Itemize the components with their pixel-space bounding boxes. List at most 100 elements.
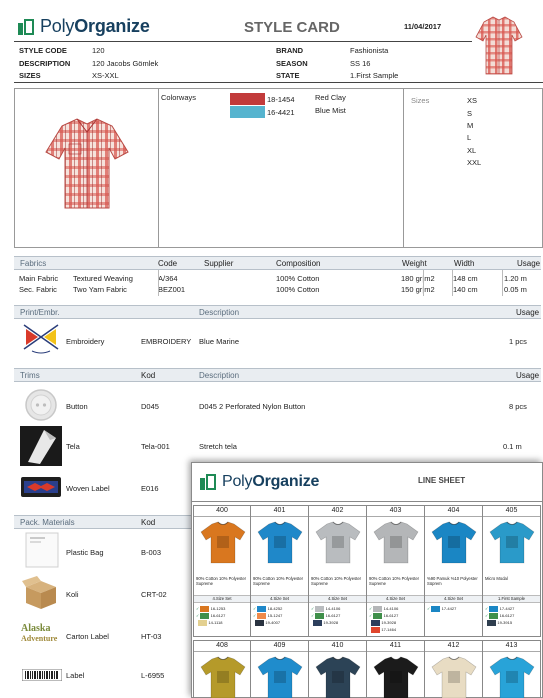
line-sheet-item[interactable]: 412 (425, 640, 483, 698)
color-swatch (255, 620, 265, 626)
swatch-code: 14-4106 (325, 606, 341, 612)
colorway-name: Red Clay (315, 93, 346, 102)
field-label: SIZES (19, 71, 41, 80)
line-sheet-item[interactable]: 400 90% Cotton 10% Polyester Supreme 4.S… (193, 505, 251, 637)
line-sheet-item[interactable]: 408 (193, 640, 251, 698)
check-icon (253, 620, 254, 625)
swatch-code: 19-3915 (497, 620, 513, 626)
trim-usage: 8 pcs (509, 402, 527, 411)
check-icon (485, 620, 486, 625)
line-sheet-item[interactable]: 403 90% Cotton 10% Polyester Supreme 4.S… (367, 505, 425, 637)
color-swatch (315, 613, 325, 619)
item-code: 409 (273, 642, 286, 649)
fabric-composition: 100% Cotton (276, 274, 320, 283)
trim-code: D045 (141, 402, 159, 411)
fabrics-col: Code (158, 259, 178, 268)
color-swatch (371, 620, 381, 626)
check-icon: ✓ (485, 613, 489, 619)
item-description: 90% Cotton 10% Polyester Supreme (196, 576, 247, 586)
print-description: Blue Marine (199, 337, 240, 346)
color-swatch (198, 620, 208, 626)
colorways-label: Colorways (161, 93, 197, 102)
size-item: XS (467, 96, 478, 105)
item-code: 408 (216, 642, 228, 649)
colorway-name: Blue Mist (315, 106, 346, 115)
check-icon: ✓ (196, 606, 200, 612)
swatch-code: 17-4427 (441, 606, 457, 612)
line-sheet-item[interactable]: 410 (309, 640, 367, 698)
line-sheet-panel[interactable]: PolyOrganize LINE SHEET 400 90% Cotton 1… (191, 462, 543, 698)
brand-light: Poly (40, 16, 75, 36)
check-icon (369, 627, 370, 632)
swatch-row: ✓ 18-4252 (253, 606, 282, 612)
fabric-type: Sec. Fabric (19, 285, 57, 294)
tshirt-icon (489, 656, 535, 698)
swatch-row: ✓ 16-1253 (196, 606, 225, 612)
color-swatch (313, 620, 323, 626)
fabrics-col: Fabrics (20, 259, 47, 268)
swatch-code: 19-3928 (381, 620, 397, 626)
line-sheet-logo: PolyOrganize (200, 473, 319, 491)
line-sheet-item[interactable]: 404 %90 Pamuk %10 Polyester Süprem 4.Siz… (425, 505, 483, 637)
check-icon (196, 620, 197, 625)
trims-col: Trims (20, 371, 40, 380)
pack-name: Plastic Bag (66, 548, 104, 557)
line-sheet-item[interactable]: 402 90% Cotton 10% Polyester Supreme 4.S… (309, 505, 367, 637)
swatch-row: ✓ 16-6127 (485, 613, 514, 619)
tshirt-icon (315, 521, 361, 564)
check-icon (369, 620, 370, 625)
fabric-weight: 150 gr|m2 (401, 285, 435, 294)
size-item: L (467, 133, 472, 142)
fabric-usage: 0.05 m (504, 285, 527, 294)
fabric-weight: 180 gr|m2 (401, 274, 435, 283)
pack-col: Pack. Materials (20, 518, 75, 527)
item-description: 90% Cotton 10% Polyester Supreme (369, 576, 420, 586)
trim-name: Woven Label (66, 484, 110, 493)
line-sheet-item[interactable]: 411 (367, 640, 425, 698)
page-title: STYLE CARD (244, 19, 340, 36)
check-icon: ✓ (427, 606, 431, 612)
swatch-row: ✓ 14-4106 (369, 606, 398, 612)
colorway-code: 18-1454 (267, 95, 295, 104)
color-swatch (257, 613, 267, 619)
swatch-code: 16-1253 (210, 606, 226, 612)
logo-mark-icon (200, 474, 216, 490)
plastic-bag-icon (25, 532, 59, 570)
line-sheet-item[interactable]: 409 (251, 640, 309, 698)
field-value: 120 (92, 46, 105, 55)
item-state: 1.First Sample (498, 596, 525, 601)
item-code: 405 (505, 507, 518, 514)
fabric-type: Main Fabric (19, 274, 59, 283)
fabric-name: Textured Weaving (73, 274, 133, 283)
tshirt-icon (489, 521, 535, 564)
fabrics-col: Width (454, 259, 475, 268)
header-shirt-thumbnail (474, 10, 524, 80)
trim-description: D045 2 Perforated Nylon Button (199, 402, 306, 411)
line-sheet-item[interactable]: 401 90% Cotton 10% Polyester Supreme 4.S… (251, 505, 309, 637)
item-code: 402 (331, 507, 344, 514)
check-icon: ✓ (196, 613, 200, 619)
swatch-code: 15-1247 (267, 613, 283, 619)
item-state: 4.Size Set (269, 596, 290, 601)
swatch-row: ✓ 14-4106 (311, 606, 340, 612)
trim-code: E016 (141, 484, 159, 493)
item-description: 90% Cotton 10% Polyester Supreme (311, 576, 362, 586)
print-code: EMBROIDERY (141, 337, 192, 346)
trims-col: Usage (516, 371, 540, 380)
line-sheet-item[interactable]: 405 Micro Modal 1.First Sample ✓ 17-4427… (483, 505, 541, 637)
brand-logo: PolyOrganize (18, 16, 150, 37)
check-icon: ✓ (369, 613, 373, 619)
date-label: 11/04/2017 (404, 22, 442, 31)
fabric-composition: 100% Cotton (276, 285, 320, 294)
swatch-code: 16-6127 (383, 613, 399, 619)
tela-icon (20, 426, 62, 468)
field-value: 1.First Sample (350, 71, 399, 80)
color-swatch (489, 606, 499, 612)
swatch-code: 19-4007 (265, 620, 281, 626)
pack-header: Pack. Materials Kod (14, 515, 193, 529)
carton-label-art: Alaska Adventure (21, 623, 58, 644)
field-label: STYLE CODE (19, 46, 67, 55)
swatch-code: 18-4252 (267, 606, 283, 612)
line-sheet-item[interactable]: 413 (483, 640, 541, 698)
print-col: Usage (516, 308, 540, 317)
